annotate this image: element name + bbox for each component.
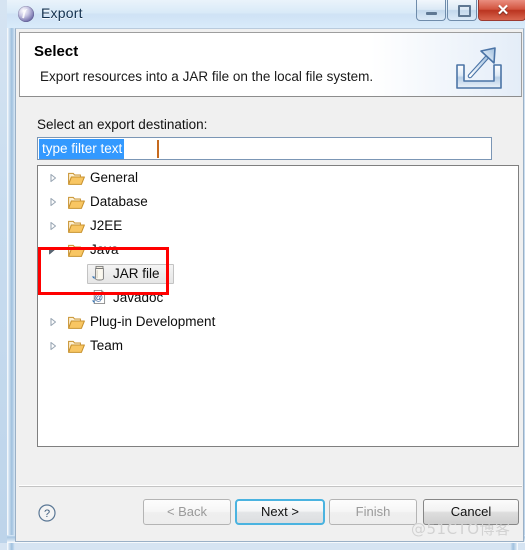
tree-item-plug-in-development[interactable]: Plug-in Development — [38, 310, 518, 334]
folder-icon — [68, 338, 85, 353]
folder-icon — [68, 194, 85, 209]
destination-label: Select an export destination: — [37, 117, 208, 132]
tree-item-jar-file[interactable]: JAR file — [38, 262, 518, 286]
tree-item-general[interactable]: General — [38, 166, 518, 190]
minimize-button[interactable] — [416, 0, 446, 21]
close-button[interactable]: ✕ — [478, 0, 525, 21]
tree-item-label: Database — [90, 194, 148, 209]
tree-item-team[interactable]: Team — [38, 334, 518, 358]
finish-button[interactable]: Finish — [329, 499, 417, 525]
restore-button[interactable] — [447, 0, 477, 21]
chevron-right-icon[interactable] — [48, 197, 58, 207]
dialog-body: Select Export resources into a JAR file … — [15, 28, 524, 542]
page-description: Export resources into a JAR file on the … — [40, 69, 374, 84]
tree-item-javadoc[interactable]: @ Javadoc — [38, 286, 518, 310]
window-title: Export — [41, 5, 83, 21]
chevron-down-icon[interactable] — [48, 245, 58, 255]
tree-item-database[interactable]: Database — [38, 190, 518, 214]
tree-item-label: Plug-in Development — [90, 314, 216, 329]
javadoc-icon: @ — [91, 289, 108, 306]
export-arrow-icon — [456, 47, 502, 89]
folder-icon — [68, 242, 85, 257]
folder-icon — [68, 218, 85, 233]
jar-file-icon — [91, 265, 108, 282]
title-bar[interactable]: Export ✕ — [7, 0, 525, 28]
tree-item-label: Javadoc — [113, 290, 164, 305]
eclipse-wizard-icon — [18, 6, 34, 22]
folder-icon — [68, 170, 85, 185]
page-title: Select — [34, 43, 79, 60]
tree-item-label: Team — [90, 338, 124, 353]
chevron-right-icon[interactable] — [48, 341, 58, 351]
wizard-header: Select Export resources into a JAR file … — [19, 32, 522, 97]
export-destination-tree[interactable]: General Database J2EE Java JAR file @ Javadoc P… — [37, 165, 519, 447]
tree-item-label: JAR file — [113, 266, 160, 281]
window-frame-left — [7, 0, 15, 550]
watermark: @51CTO博客 — [411, 520, 511, 538]
tree-item-label: General — [90, 170, 139, 185]
export-dialog-window: Export ✕ Select Export resources into a … — [0, 0, 525, 550]
tree-item-label: J2EE — [90, 218, 123, 233]
next-button[interactable]: Next > — [235, 499, 325, 525]
back-button[interactable]: < Back — [143, 499, 231, 525]
tree-item-label: Java — [90, 242, 119, 257]
svg-text:@: @ — [94, 293, 103, 303]
footer-separator — [19, 485, 522, 487]
window-controls: ✕ — [415, 0, 525, 22]
folder-icon — [68, 314, 85, 329]
chevron-right-icon[interactable] — [48, 317, 58, 327]
help-question-icon[interactable]: ? — [38, 504, 56, 522]
chevron-right-icon[interactable] — [48, 221, 58, 231]
close-icon: ✕ — [496, 2, 510, 19]
filter-input-value: type filter text — [39, 139, 125, 159]
tree-item-java[interactable]: Java — [38, 238, 518, 262]
tree-item-j2ee[interactable]: J2EE — [38, 214, 518, 238]
filter-input[interactable]: type filter text — [37, 137, 492, 160]
text-caret — [157, 140, 159, 158]
svg-text:?: ? — [44, 508, 50, 520]
chevron-right-icon[interactable] — [48, 173, 58, 183]
